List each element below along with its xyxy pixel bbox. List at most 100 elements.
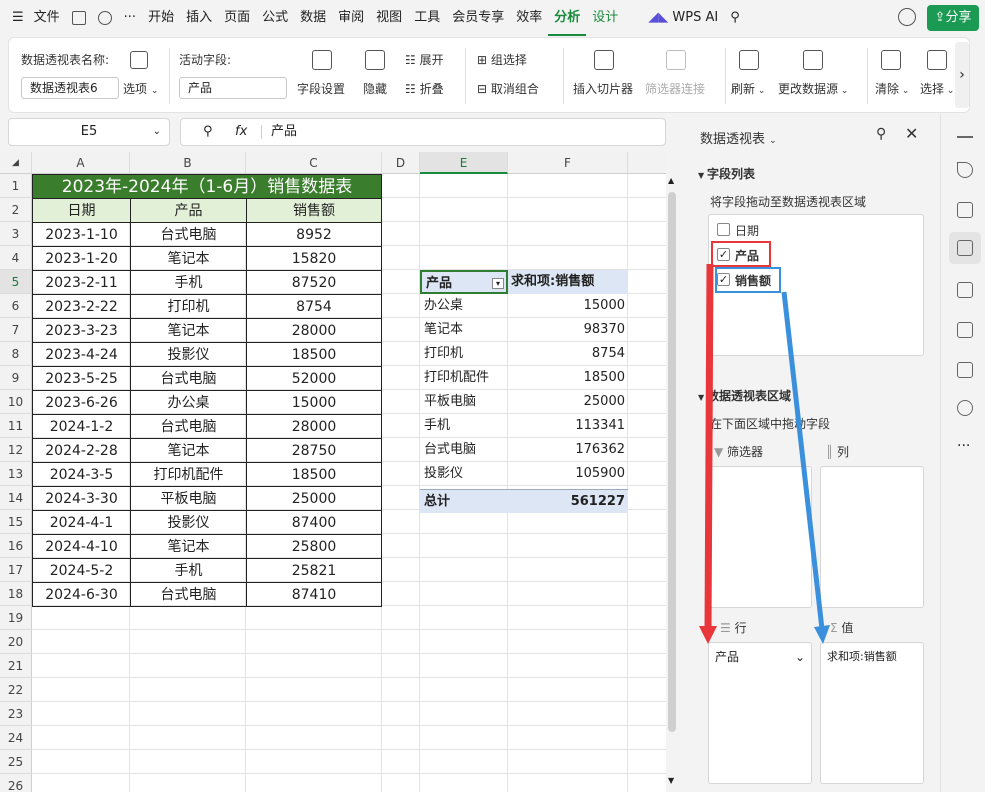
cell-date[interactable]: 2023-4-24 [32,342,131,367]
pivot-row-label[interactable]: 办公桌 [420,294,508,318]
file-menu[interactable]: 文件 [28,0,66,36]
wps-ai-button[interactable]: ◢◣ WPS AI [642,0,724,36]
cell-sales[interactable]: 87520 [246,270,382,295]
tab-insert[interactable]: 插入 [180,0,218,36]
row-header[interactable]: 15 [0,510,32,534]
cell-date[interactable]: 2024-4-1 [32,510,131,535]
row-header[interactable]: 9 [0,366,32,390]
scroll-thumb[interactable] [668,192,676,732]
tab-tools[interactable]: 工具 [408,0,446,36]
cell-date[interactable]: 2024-5-2 [32,558,131,583]
row-header[interactable]: 22 [0,678,32,702]
hide-icon[interactable] [365,50,385,70]
pivot-row-value[interactable]: 105900 [508,462,628,486]
cell-product[interactable]: 打印机配件 [130,462,247,487]
col-header-f[interactable]: F [508,152,628,174]
field-settings-button[interactable]: 字段设置 [297,80,345,97]
fx-icon[interactable]: fx [235,119,247,145]
cell-date[interactable]: 2023-2-22 [32,294,131,319]
tab-review[interactable]: 审阅 [332,0,370,36]
pivot-header-product[interactable]: 产品 ▾ [420,270,508,294]
minimize-icon[interactable] [957,136,973,138]
cell-sales[interactable]: 25800 [246,534,382,559]
more-icon[interactable]: ··· [118,0,142,36]
cell-date[interactable]: 2024-3-30 [32,486,131,511]
hide-button[interactable]: 隐藏 [363,80,387,97]
row-header[interactable]: 10 [0,390,32,414]
pivot-total-value[interactable]: 561227 [508,489,628,513]
cell-product[interactable]: 打印机 [130,294,247,319]
row-header[interactable]: 24 [0,726,32,750]
cell-product[interactable]: 笔记本 [130,534,247,559]
row-header[interactable]: 5 [0,270,32,294]
insert-slicer-button[interactable]: 插入切片器 [573,80,633,97]
hamburger-icon[interactable]: ☰ [0,0,28,36]
select-button[interactable]: 选择 ⌄ [920,80,954,97]
row-header[interactable]: 14 [0,486,32,510]
cell-date[interactable]: 2024-3-5 [32,462,131,487]
options-button[interactable]: 选项 ⌄ [123,80,158,97]
row-header[interactable]: 25 [0,750,32,774]
formula-input[interactable]: ⚲ fx 产品 [180,118,666,146]
cell-sales[interactable]: 15000 [246,390,382,415]
cell-product[interactable]: 台式电脑 [130,582,247,607]
collapse-button[interactable]: ☷ 折叠 [405,80,444,97]
zoom-icon[interactable]: ⚲ [203,119,213,145]
tab-home[interactable]: 开始 [142,0,180,36]
row-header[interactable]: 6 [0,294,32,318]
table-title[interactable]: 2023年-2024年（1-6月）销售数据表 [32,174,382,199]
row-header[interactable]: 17 [0,558,32,582]
scroll-down-icon[interactable]: ▼ [668,776,674,785]
book-icon[interactable] [957,362,973,378]
cell-product[interactable]: 台式电脑 [130,222,247,247]
row-header[interactable]: 20 [0,630,32,654]
cell-date[interactable]: 2023-1-10 [32,222,131,247]
cell-date[interactable]: 2023-5-25 [32,366,131,391]
tab-formula[interactable]: 公式 [256,0,294,36]
expand-button[interactable]: ☷ 展开 [405,51,444,68]
cloud-icon[interactable] [898,8,916,26]
table-header-date[interactable]: 日期 [32,198,131,223]
col-header-a[interactable]: A [32,152,130,174]
col-header-c[interactable]: C [246,152,382,174]
cell-product[interactable]: 台式电脑 [130,366,247,391]
ungroup-button[interactable]: ⊟ 取消组合 [477,80,539,97]
cell-sales[interactable]: 15820 [246,246,382,271]
cell-product[interactable]: 投影仪 [130,510,247,535]
cell-product[interactable]: 手机 [130,558,247,583]
row-header[interactable]: 11 [0,414,32,438]
cell-product[interactable]: 手机 [130,270,247,295]
cell-sales[interactable]: 52000 [246,366,382,391]
col-header-e[interactable]: E [420,152,508,174]
cell-date[interactable]: 2024-4-10 [32,534,131,559]
clear-icon[interactable] [881,50,901,70]
share-button[interactable]: ⇪分享 [927,5,979,31]
cell-sales[interactable]: 25821 [246,558,382,583]
row-header[interactable]: 7 [0,318,32,342]
save-icon[interactable] [71,11,86,25]
row-header[interactable]: 1 [0,174,32,198]
pivot-row-value[interactable]: 98370 [508,318,628,342]
cell-date[interactable]: 2024-1-2 [32,414,131,439]
row-header[interactable]: 12 [0,438,32,462]
pivot-row-value[interactable]: 8754 [508,342,628,366]
cell-product[interactable]: 投影仪 [130,342,247,367]
table-header-sales[interactable]: 销售额 [246,198,382,223]
format-painter-icon[interactable] [97,11,112,25]
cell-date[interactable]: 2024-2-28 [32,438,131,463]
pivot-total-label[interactable]: 总计 [420,489,508,513]
clear-button[interactable]: 清除 ⌄ [875,80,909,97]
help-icon[interactable] [957,400,973,416]
pivot-row-label[interactable]: 打印机配件 [420,366,508,390]
cell-sales[interactable]: 28000 [246,414,382,439]
row-header[interactable]: 13 [0,462,32,486]
pivot-row-label[interactable]: 手机 [420,414,508,438]
cell-sales[interactable]: 28750 [246,438,382,463]
tab-data[interactable]: 数据 [294,0,332,36]
search-icon[interactable]: ⚲ [724,0,746,36]
cell-sales[interactable]: 87400 [246,510,382,535]
pivot-row-value[interactable]: 25000 [508,390,628,414]
cell-sales[interactable]: 18500 [246,462,382,487]
row-header[interactable]: 8 [0,342,32,366]
chart-icon[interactable] [957,282,973,298]
